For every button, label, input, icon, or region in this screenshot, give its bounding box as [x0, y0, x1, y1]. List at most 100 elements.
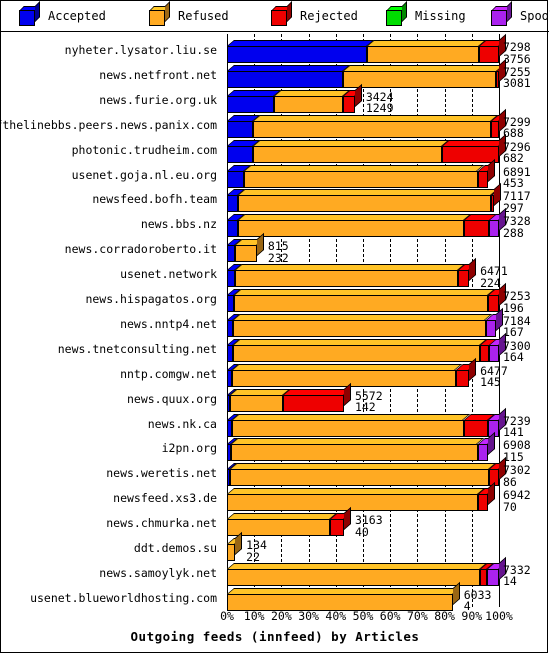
x-axis-tick: 0%	[220, 609, 234, 623]
bar-segment-refused[interactable]	[227, 494, 478, 512]
bar-value-label: 7302 86	[503, 465, 531, 488]
bar-segment-rejected[interactable]	[329, 519, 344, 537]
bar-row[interactable]	[227, 183, 501, 213]
bar-row[interactable]	[227, 407, 507, 437]
bar-segment-accepted[interactable]	[227, 195, 239, 213]
bar-segment-accepted[interactable]	[227, 220, 238, 238]
bar-row[interactable]	[227, 332, 507, 362]
bar-segment-spooled[interactable]	[489, 220, 499, 238]
bar-segment-refused[interactable]	[252, 120, 491, 138]
x-axis-ticks: 0% 10% 20% 30% 40% 50% 60% 70% 80% 90% 100%	[1, 609, 549, 629]
bar-value-label: 7299 688	[503, 116, 531, 140]
bar-segment-refused[interactable]	[227, 568, 480, 586]
bar-row[interactable]	[227, 282, 507, 312]
bar-segment-accepted[interactable]	[227, 245, 236, 263]
bar-row[interactable]	[227, 482, 496, 512]
bar-row[interactable]	[227, 507, 352, 537]
bar-row[interactable]	[227, 432, 496, 462]
bar-value-secondary: 167	[503, 325, 524, 340]
chart-plot-area: nyheter.lysator.liu.se news.netfront.net n…	[0, 32, 549, 654]
y-axis-label: news.furie.org.uk	[99, 92, 217, 107]
y-axis-label: news.netfront.net	[99, 67, 217, 82]
bar-segment-refused[interactable]	[227, 544, 236, 561]
y-axis-label: ddt.demos.su	[133, 541, 217, 555]
bar-segment-refused[interactable]	[227, 519, 330, 537]
bar-segment-rejected[interactable]	[479, 344, 490, 362]
bar-segment-spooled[interactable]	[486, 568, 499, 586]
cube-icon	[149, 1, 171, 26]
bar-segment-refused[interactable]	[232, 369, 456, 387]
x-axis-tick: 70%	[407, 609, 428, 623]
bar-segment-rejected[interactable]	[488, 295, 499, 312]
bar-segment-spooled[interactable]	[489, 344, 499, 362]
bar-segment-rejected[interactable]	[455, 369, 470, 387]
bar-segment-accepted[interactable]	[227, 95, 274, 113]
bar-segment-rejected[interactable]	[463, 419, 489, 437]
bar-segment-rejected[interactable]	[441, 145, 499, 163]
bar-value-label: 3424 1249	[366, 91, 394, 115]
bar-value-label: 7298 3756	[503, 41, 531, 65]
bar-segment-accepted[interactable]	[227, 145, 253, 163]
bar-value-secondary: 40	[354, 524, 369, 539]
bar-row[interactable]	[227, 133, 507, 163]
bar-segment-spooled[interactable]	[485, 319, 497, 337]
bar-value-secondary: 145	[480, 375, 501, 390]
cube-icon	[19, 1, 41, 26]
bar-value-secondary: 86	[503, 474, 517, 489]
bar-segment-rejected[interactable]	[458, 270, 470, 288]
bar-row[interactable]	[227, 531, 243, 561]
bar-segment-rejected[interactable]	[463, 220, 490, 238]
y-axis-label: news.weretis.net	[106, 466, 217, 481]
bar-row[interactable]	[227, 83, 362, 113]
bar-value-label: 6891 453	[503, 166, 531, 190]
bar-segment-accepted[interactable]	[227, 295, 235, 312]
bar-segment-refused[interactable]	[367, 46, 479, 63]
bar-segment-refused[interactable]	[244, 170, 478, 188]
bar-row[interactable]	[227, 382, 352, 412]
bar-segment-accepted[interactable]	[227, 270, 236, 288]
bar-segment-rejected[interactable]	[479, 568, 487, 586]
bar-segment-refused[interactable]	[252, 145, 442, 163]
bar-segment-rejected[interactable]	[490, 120, 499, 138]
bar-segment-accepted[interactable]	[227, 120, 253, 138]
bar-row[interactable]	[227, 233, 265, 263]
bar-segment-refused[interactable]	[235, 245, 257, 263]
bar-row[interactable]	[227, 208, 507, 238]
bar-row[interactable]	[227, 58, 507, 88]
bar-segment-spooled[interactable]	[477, 444, 489, 462]
bar-segment-refused[interactable]	[230, 469, 490, 487]
bar-row[interactable]	[227, 33, 507, 63]
bar-segment-refused[interactable]	[231, 444, 478, 462]
bar-segment-refused[interactable]	[237, 220, 464, 238]
bar-segment-refused[interactable]	[235, 270, 459, 288]
bar-segment-rejected[interactable]	[477, 494, 489, 512]
bar-row[interactable]	[227, 258, 477, 288]
bar-segment-refused[interactable]	[232, 419, 464, 437]
y-axis-label: newsfeed.bofh.team	[92, 192, 217, 207]
x-axis-tick: 90%	[461, 609, 483, 623]
bar-segment-refused[interactable]	[233, 319, 486, 337]
bar-value-label: 7239 141	[503, 415, 531, 439]
bar-row[interactable]	[227, 158, 496, 188]
x-axis-tick: 100%	[485, 609, 513, 623]
bar-segment-refused[interactable]	[229, 394, 284, 412]
bar-row[interactable]	[227, 457, 507, 487]
bar-segment-refused[interactable]	[234, 295, 489, 312]
y-axis-label: news.samoylyk.net	[99, 565, 217, 580]
bar-segment-refused[interactable]	[232, 344, 480, 362]
bar-segment-accepted[interactable]	[227, 70, 343, 88]
bar-segment-accepted[interactable]	[227, 46, 368, 63]
bar-value-label: 6477 145	[480, 365, 508, 390]
bar-segment-rejected[interactable]	[477, 170, 489, 188]
bar-segment-rejected[interactable]	[342, 95, 355, 113]
bar-segment-refused[interactable]	[273, 95, 343, 113]
cube-icon	[271, 1, 293, 26]
bar-segment-refused[interactable]	[238, 195, 492, 213]
bar-segment-rejected[interactable]	[283, 394, 344, 412]
bar-segment-accepted[interactable]	[227, 170, 245, 188]
bar-row[interactable]	[227, 108, 507, 138]
bar-segment-refused[interactable]	[342, 70, 497, 88]
bar-segment-rejected[interactable]	[478, 46, 499, 63]
bar-row[interactable]	[227, 307, 504, 337]
y-axis-label: news.nntp4.net	[120, 316, 217, 331]
